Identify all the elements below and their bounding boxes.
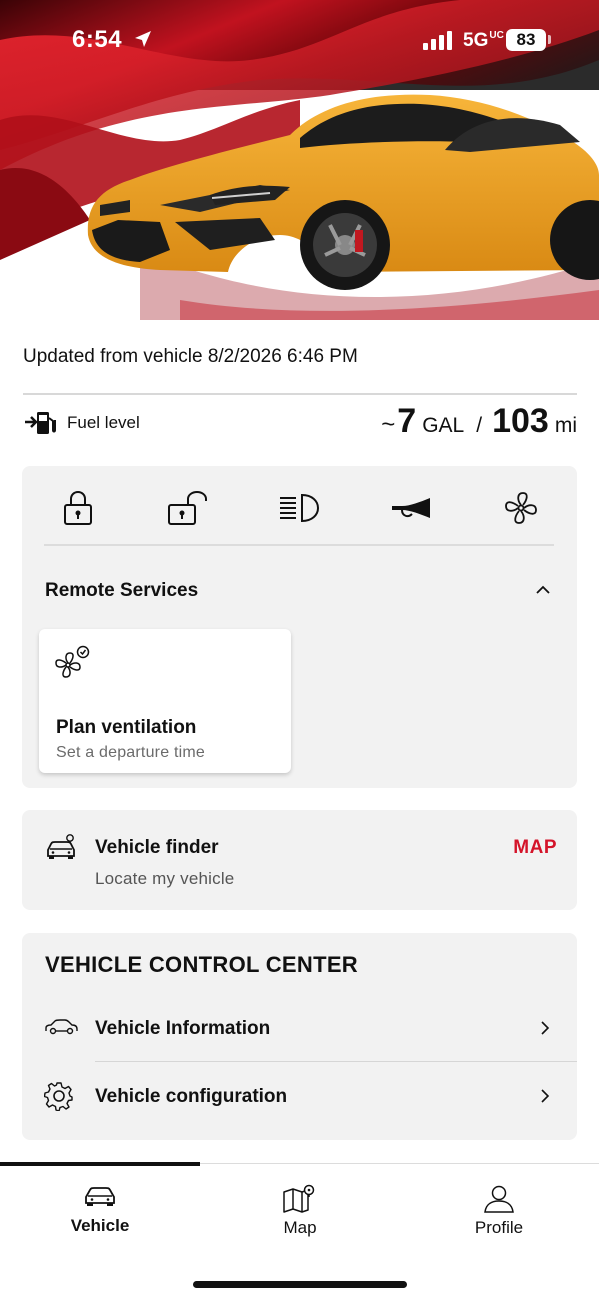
remote-services-card: Remote Services Plan ventilation Set a d… — [22, 466, 577, 788]
chevron-right-icon — [541, 1089, 550, 1103]
divider — [95, 1061, 577, 1062]
fuel-approx: ~ — [381, 411, 396, 438]
vehicle-finder-card[interactable]: Vehicle finder Locate my vehicle MAP — [22, 810, 577, 910]
tab-map[interactable]: Map — [200, 1170, 400, 1260]
fuel-gallons-unit: GAL — [422, 414, 465, 437]
horn-button[interactable] — [388, 486, 436, 530]
headlights-icon — [280, 493, 320, 523]
fuel-value: ~ 7 GAL / 103 mi — [381, 402, 577, 441]
tab-map-label: Map — [283, 1218, 317, 1237]
last-updated-text: Updated from vehicle 8/2/2026 6:46 PM — [23, 346, 358, 367]
fan-schedule-icon — [55, 645, 90, 678]
quick-actions-bar — [22, 466, 577, 546]
divider — [44, 544, 554, 546]
network-type: 5GUC — [463, 30, 504, 51]
vehicle-information-label: Vehicle Information — [95, 1018, 271, 1039]
range-miles: 103 — [492, 402, 549, 440]
divider — [23, 393, 577, 395]
car-locate-icon — [47, 834, 75, 859]
fuel-pump-icon — [25, 412, 56, 434]
remote-services-title: Remote Services — [45, 580, 199, 601]
fan-icon — [505, 492, 537, 524]
vehicle-configuration-label: Vehicle configuration — [95, 1086, 288, 1107]
home-indicator[interactable] — [193, 1281, 407, 1288]
tab-vehicle-label: Vehicle — [70, 1216, 130, 1235]
cell-signal-icon — [423, 31, 452, 50]
battery-level: 83 — [506, 29, 546, 51]
control-center-title: VEHICLE CONTROL CENTER — [45, 952, 358, 977]
nav-active-indicator — [0, 1162, 200, 1166]
plan-ventilation-card[interactable]: Plan ventilation Set a departure time — [39, 629, 291, 773]
car-icon — [85, 1187, 115, 1206]
range-unit: mi — [554, 414, 577, 437]
vehicle-configuration-row[interactable]: Vehicle configuration — [22, 1067, 577, 1127]
location-arrow-icon — [135, 31, 151, 47]
battery-nub — [548, 35, 551, 44]
vehicle-information-row[interactable]: Vehicle Information — [22, 999, 577, 1059]
horn-icon — [392, 498, 430, 518]
status-time: 6:54 — [72, 26, 123, 53]
climate-fan-button[interactable] — [499, 486, 543, 530]
lock-icon — [64, 490, 92, 525]
gear-icon — [44, 1082, 73, 1111]
hero-banner: 6:54 5GUC 83 — [0, 0, 599, 320]
fuel-gallons: 7 — [397, 402, 417, 440]
chevron-right-icon — [541, 1021, 550, 1035]
unlock-icon — [168, 490, 207, 525]
vehicle-finder-title: Vehicle finder — [95, 837, 219, 858]
plan-ventilation-title: Plan ventilation — [56, 717, 197, 738]
fuel-label: Fuel level — [67, 413, 140, 432]
profile-icon — [484, 1185, 514, 1213]
map-link[interactable]: MAP — [513, 837, 557, 859]
tab-vehicle[interactable]: Vehicle — [0, 1170, 200, 1260]
lock-button[interactable] — [56, 486, 100, 530]
fuel-separator: / — [476, 414, 483, 437]
map-icon — [283, 1184, 315, 1213]
tab-profile[interactable]: Profile — [399, 1170, 599, 1260]
status-bar: 6:54 5GUC 83 — [0, 0, 599, 82]
unlock-button[interactable] — [165, 486, 215, 530]
car-outline-icon — [45, 1019, 78, 1035]
tab-profile-label: Profile — [474, 1218, 524, 1237]
headlights-button[interactable] — [277, 486, 321, 530]
chevron-up-icon[interactable] — [533, 580, 553, 600]
plan-ventilation-subtitle: Set a departure time — [56, 744, 205, 761]
vehicle-control-center-card: VEHICLE CONTROL CENTER Vehicle Informati… — [22, 933, 577, 1140]
vehicle-finder-subtitle: Locate my vehicle — [95, 869, 235, 888]
